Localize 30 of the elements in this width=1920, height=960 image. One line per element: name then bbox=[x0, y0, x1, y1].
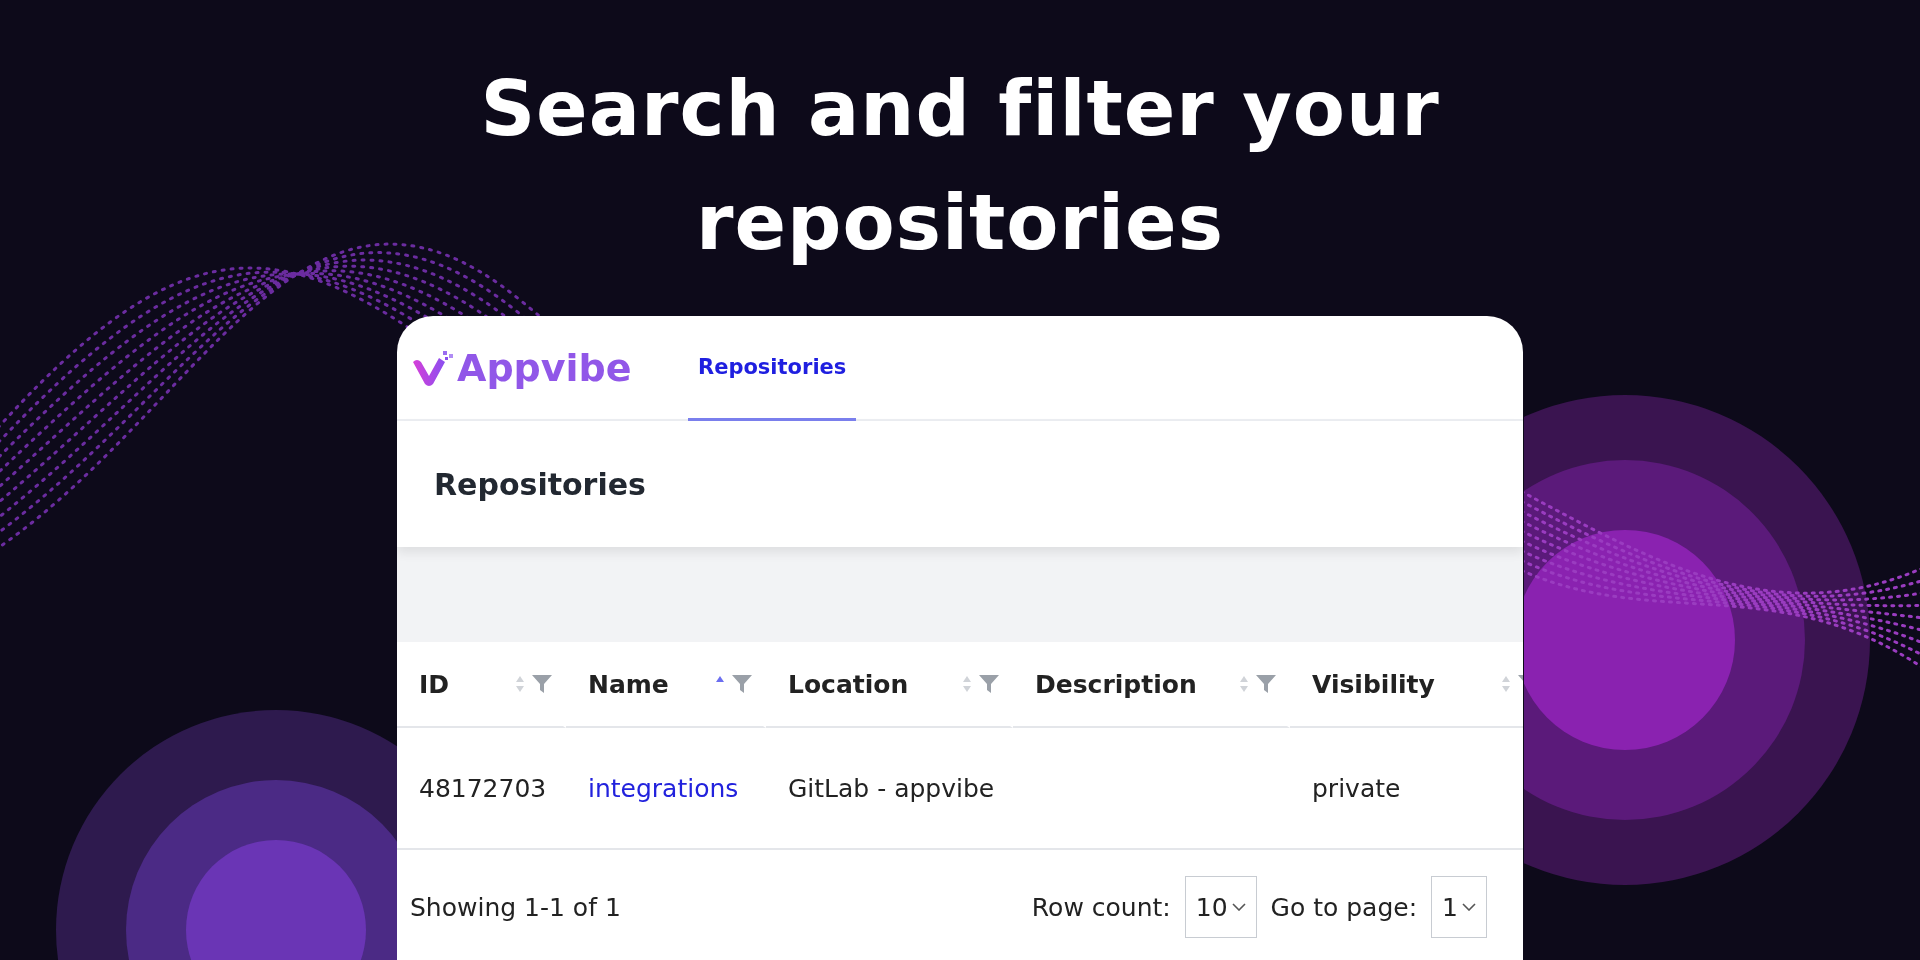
page-label: Go to page: bbox=[1270, 892, 1418, 922]
filter-icon[interactable] bbox=[978, 674, 1000, 694]
row-count-select[interactable]: 10 bbox=[1184, 876, 1257, 938]
column-label: Visibility bbox=[1312, 669, 1436, 699]
headline: Search and filter your bbox=[480, 63, 1440, 155]
filter-icon[interactable] bbox=[1255, 674, 1277, 694]
column-header[interactable]: ID bbox=[397, 642, 566, 728]
table-cell: private bbox=[1312, 773, 1401, 803]
page-title: Repositories bbox=[434, 466, 646, 502]
page-select[interactable]: 1 bbox=[1431, 876, 1487, 938]
column-label: Description bbox=[1035, 669, 1198, 699]
table-cell: 48172703 bbox=[419, 773, 547, 803]
column-header[interactable]: Visibility bbox=[1290, 642, 1523, 728]
results-summary: Showing 1-1 of 1 bbox=[410, 892, 621, 922]
column-label: Name bbox=[588, 669, 670, 699]
filter-icon[interactable] bbox=[731, 674, 753, 694]
column-header[interactable]: Description bbox=[1013, 642, 1290, 728]
nav-tab[interactable]: Repositories bbox=[688, 316, 857, 421]
headline: repositories bbox=[696, 177, 1224, 269]
chevron-down-icon bbox=[1231, 903, 1246, 911]
row-count-label: Row count: bbox=[1031, 892, 1171, 922]
filter-icon[interactable] bbox=[531, 674, 553, 694]
column-label: Location bbox=[788, 669, 910, 699]
brand-name: Appvibe bbox=[457, 345, 632, 390]
repository-link[interactable]: integrations bbox=[588, 773, 739, 803]
column-header[interactable]: Name bbox=[566, 642, 766, 728]
chevron-down-icon bbox=[1462, 903, 1476, 911]
column-header[interactable]: Location bbox=[766, 642, 1013, 728]
table-cell: GitLab - appvibe bbox=[788, 773, 995, 803]
column-label: ID bbox=[419, 669, 451, 699]
